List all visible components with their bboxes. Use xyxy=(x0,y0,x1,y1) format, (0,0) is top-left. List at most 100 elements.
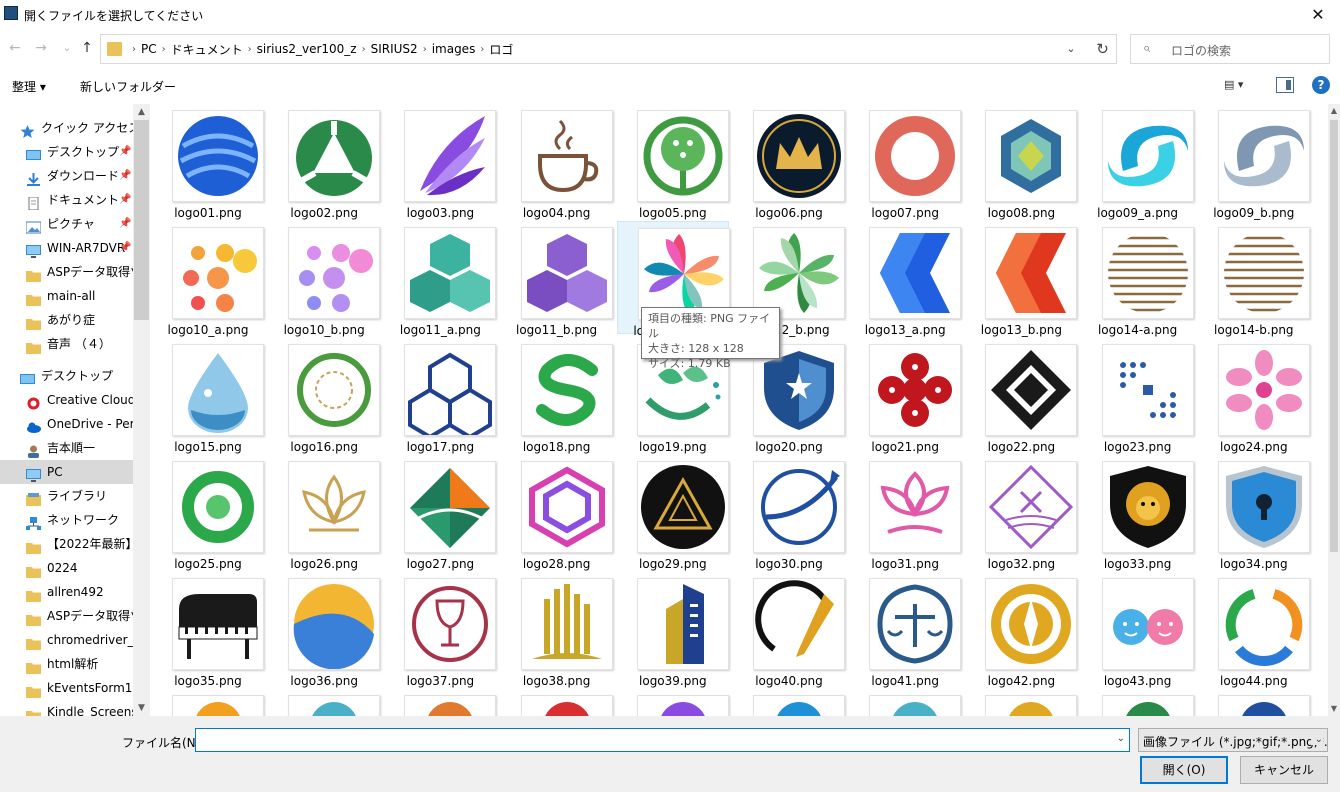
organize-button[interactable]: 整理 ▾ xyxy=(12,78,46,95)
sidebar-item[interactable]: ネットワーク xyxy=(0,508,133,532)
view-options-button[interactable]: ▤ ▾ xyxy=(1224,78,1258,94)
file-item[interactable]: logo07.png xyxy=(849,104,962,220)
file-type-select[interactable]: 画像ファイル (*.jpg;*gif;*.png;*.bi ⌄ xyxy=(1138,728,1328,752)
breadcrumb-item[interactable]: SIRIUS2 xyxy=(367,42,422,56)
search-input[interactable]: ⌕ ロゴの検索 xyxy=(1130,34,1330,64)
file-item[interactable]: logo08.png xyxy=(965,104,1078,220)
refresh-button[interactable]: ↻ xyxy=(1089,34,1117,64)
sidebar-item[interactable]: Creative Cloud F xyxy=(0,388,133,412)
file-item[interactable]: logo39.png xyxy=(617,572,729,688)
file-item[interactable] xyxy=(152,689,264,716)
file-item[interactable]: logo11_a.png xyxy=(384,221,497,337)
sidebar-item[interactable]: ダウンロード 📌 xyxy=(0,164,133,188)
file-item[interactable]: logo36.png xyxy=(268,572,381,688)
file-item[interactable]: logo30.png xyxy=(733,455,845,571)
sidebar-item[interactable]: 音声 （４） xyxy=(0,332,133,356)
file-item[interactable]: logo14-a.png xyxy=(1082,221,1194,337)
sidebar-item[interactable]: 【2022年最新】ジャ xyxy=(0,532,133,556)
file-item[interactable]: logo09_a.png xyxy=(1082,104,1194,220)
scroll-up-arrow[interactable]: ▲ xyxy=(1328,104,1340,118)
file-item[interactable]: logo13_b.png xyxy=(965,221,1078,337)
chevron-down-icon[interactable]: ⌄ xyxy=(1117,733,1125,744)
file-item[interactable]: logo40.png xyxy=(733,572,845,688)
scroll-up-arrow[interactable]: ▲ xyxy=(133,104,150,120)
file-item[interactable]: logo17.png xyxy=(384,338,497,454)
file-item[interactable]: logo37.png xyxy=(384,572,497,688)
file-item[interactable] xyxy=(501,689,613,716)
file-item[interactable]: logo06.png xyxy=(733,104,845,220)
address-dropdown-button[interactable]: ⌄ xyxy=(1059,35,1083,63)
scroll-thumb[interactable] xyxy=(1330,120,1338,552)
sidebar-item[interactable]: ASPデータ取得ツー xyxy=(0,604,133,628)
sidebar-item[interactable]: ドキュメント 📌 xyxy=(0,188,133,212)
file-item[interactable]: logo43.png xyxy=(1082,572,1194,688)
file-item[interactable]: logo01.png xyxy=(152,104,264,220)
sidebar-item[interactable]: Kindle_Screensh xyxy=(0,700,133,716)
file-item[interactable]: logo26.png xyxy=(268,455,381,571)
file-item[interactable] xyxy=(617,689,729,716)
address-bar[interactable]: › PC › ドキュメント › sirius2_ver100_z › SIRIUS2 › imag… xyxy=(100,34,1117,64)
new-folder-button[interactable]: 新しいフォルダー xyxy=(80,78,176,95)
sidebar-item[interactable]: あがり症 xyxy=(0,308,133,332)
sidebar-item[interactable]: main-all xyxy=(0,284,133,308)
breadcrumb-item[interactable]: ロゴ xyxy=(485,41,517,58)
file-item[interactable]: logo15.png xyxy=(152,338,264,454)
sidebar-item[interactable]: WIN-AR7DVR 📌 xyxy=(0,236,133,260)
breadcrumb-item[interactable]: sirius2_ver100_z xyxy=(253,42,361,56)
forward-button[interactable]: → xyxy=(32,38,50,58)
filename-input[interactable]: ⌄ xyxy=(195,728,1130,752)
file-item[interactable]: logo21.png xyxy=(849,338,962,454)
file-item[interactable]: logo04.png xyxy=(501,104,613,220)
cancel-button[interactable]: キャンセル xyxy=(1240,756,1328,784)
sidebar-item[interactable]: クイック アクセス xyxy=(0,116,133,140)
file-item[interactable]: logo28.png xyxy=(501,455,613,571)
sidebar-item[interactable]: ピクチャ 📌 xyxy=(0,212,133,236)
navigation-scrollbar[interactable]: ▲ ▼ xyxy=(133,104,150,716)
file-item[interactable]: logo32.png xyxy=(965,455,1078,571)
file-item[interactable]: logo23.png xyxy=(1082,338,1194,454)
scroll-down-arrow[interactable]: ▼ xyxy=(133,700,150,716)
open-button[interactable]: 開く(O) xyxy=(1140,756,1228,784)
file-item[interactable]: logo44.png xyxy=(1198,572,1310,688)
file-item[interactable]: logo42.png xyxy=(965,572,1078,688)
file-item[interactable]: logo14-b.png xyxy=(1198,221,1310,337)
up-button[interactable]: ↑ xyxy=(78,38,96,58)
breadcrumb-item[interactable]: images xyxy=(428,42,480,56)
sidebar-item[interactable]: OneDrive - Perso xyxy=(0,412,133,436)
sidebar-item[interactable]: ASPデータ取得ツー xyxy=(0,260,133,284)
file-item[interactable] xyxy=(1082,689,1194,716)
file-item[interactable]: logo10_a.png xyxy=(152,221,264,337)
close-button[interactable]: ✕ xyxy=(1296,0,1340,30)
back-button[interactable]: ← xyxy=(6,38,24,58)
sidebar-item[interactable]: html解析 xyxy=(0,652,133,676)
file-item[interactable]: logo27.png xyxy=(384,455,497,571)
scroll-thumb[interactable] xyxy=(134,120,149,320)
preview-pane-button[interactable] xyxy=(1276,77,1294,93)
sidebar-item[interactable]: kEventsForm101 xyxy=(0,676,133,700)
sidebar-item[interactable]: 吉本順一 xyxy=(0,436,133,460)
file-item[interactable]: logo25.png xyxy=(152,455,264,571)
sidebar-item[interactable]: デスクトップ 📌 xyxy=(0,140,133,164)
recent-locations-button[interactable]: ⌄ xyxy=(58,38,76,58)
breadcrumb-item[interactable]: PC xyxy=(137,42,161,56)
file-item[interactable]: logo11_b.png xyxy=(501,221,613,337)
breadcrumb-item[interactable]: ドキュメント xyxy=(167,41,247,58)
file-item[interactable] xyxy=(733,689,845,716)
file-item[interactable]: logo29.png xyxy=(617,455,729,571)
file-item[interactable] xyxy=(849,689,962,716)
file-item[interactable]: logo34.png xyxy=(1198,455,1310,571)
sidebar-item[interactable]: デスクトップ xyxy=(0,364,133,388)
file-item[interactable]: logo10_b.png xyxy=(268,221,381,337)
file-item[interactable]: logo16.png xyxy=(268,338,381,454)
file-item[interactable]: logo09_b.png xyxy=(1198,104,1310,220)
file-item[interactable]: logo18.png xyxy=(501,338,613,454)
file-item[interactable]: logo05.png xyxy=(617,104,729,220)
file-list-scrollbar[interactable]: ▲ ▼ xyxy=(1328,104,1340,716)
file-item[interactable]: logo38.png xyxy=(501,572,613,688)
file-item[interactable]: logo24.png xyxy=(1198,338,1310,454)
file-item[interactable]: logo03.png xyxy=(384,104,497,220)
file-item[interactable]: logo35.png xyxy=(152,572,264,688)
scroll-down-arrow[interactable]: ▼ xyxy=(1328,702,1340,716)
file-item[interactable]: logo13_a.png xyxy=(849,221,962,337)
file-item[interactable] xyxy=(1198,689,1310,716)
